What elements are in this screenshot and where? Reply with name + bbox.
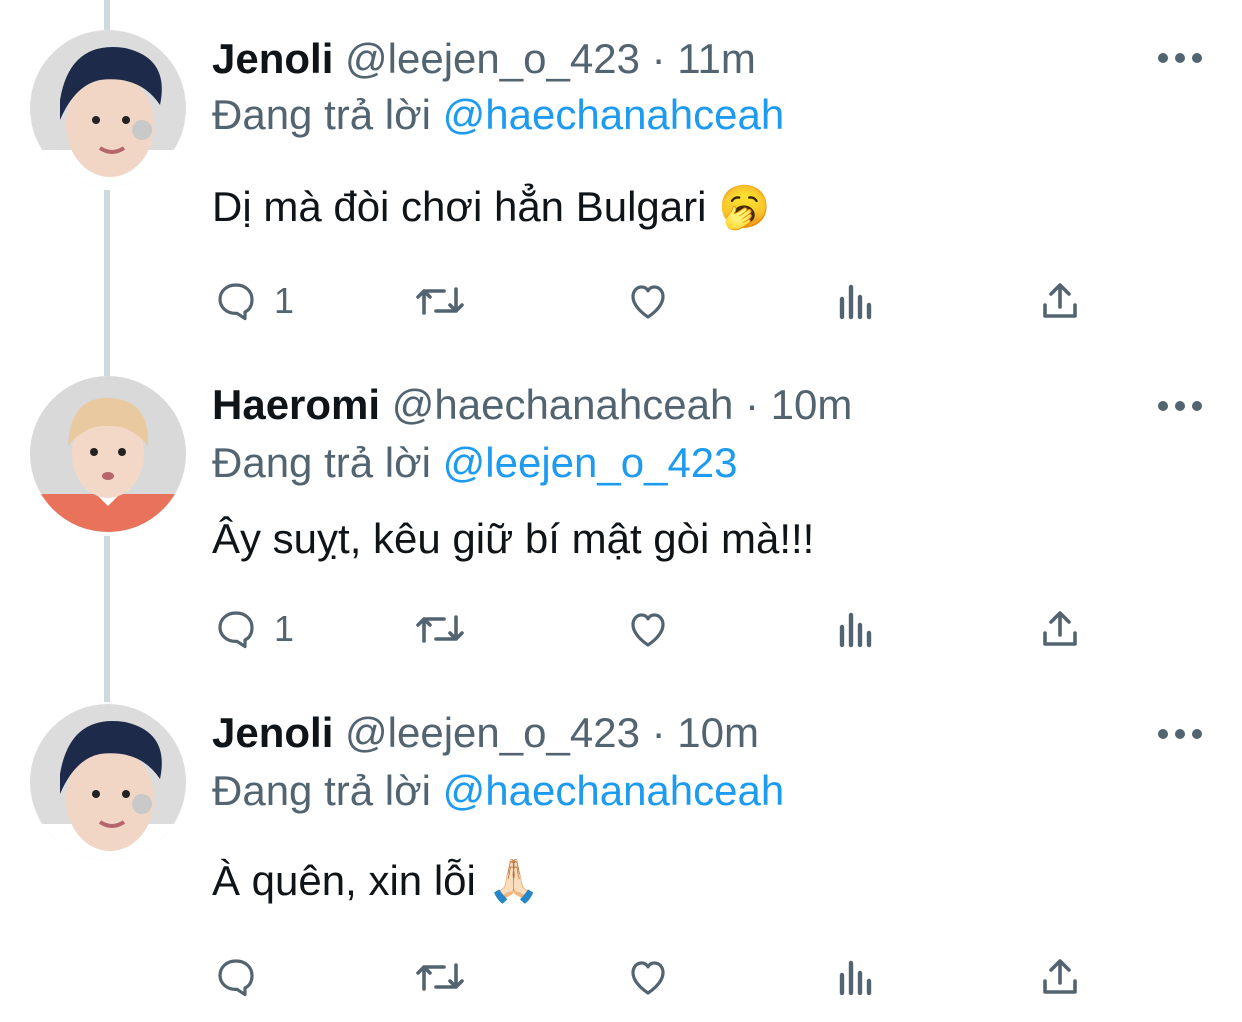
tweet-text: Ây suỵt, kêu giữ bí mật gòi mà!!! [212, 515, 815, 562]
separator: · [651, 709, 666, 756]
share-icon [1043, 611, 1077, 646]
display-name[interactable]: Jenoli [212, 35, 333, 82]
retweet-icon [416, 287, 464, 315]
reply-count: 1 [274, 280, 295, 321]
views-icon [839, 284, 872, 320]
more-icon[interactable] [1158, 396, 1202, 416]
views-icon [839, 960, 872, 996]
reply-count: 1 [274, 608, 295, 649]
action-bar: 1 [212, 604, 1112, 654]
share-button[interactable] [1036, 276, 1084, 326]
replying-label: Đang trả lời [212, 439, 431, 486]
tweet-text: Dị mà đòi chơi hẳn Bulgari [212, 183, 707, 230]
share-icon [1043, 959, 1077, 994]
separator: · [744, 381, 759, 428]
emoji: 🥱 [718, 183, 771, 230]
avatar-image [30, 704, 186, 860]
tweet-text: À quên, xin lỗi [212, 857, 476, 904]
more-icon[interactable] [1158, 724, 1202, 744]
like-button[interactable] [624, 952, 672, 1002]
reply-button[interactable]: 1 [212, 276, 294, 326]
like-button[interactable] [624, 276, 672, 326]
retweet-button[interactable] [412, 604, 468, 654]
timestamp[interactable]: 11m [677, 35, 756, 82]
more-icon[interactable] [1158, 48, 1202, 68]
views-button[interactable] [832, 276, 880, 326]
heart-icon [631, 961, 665, 995]
reply-button[interactable] [212, 952, 274, 1002]
like-button[interactable] [624, 604, 672, 654]
share-button[interactable] [1036, 952, 1084, 1002]
timestamp[interactable]: 10m [677, 709, 759, 756]
retweet-icon [416, 615, 464, 643]
views-button[interactable] [832, 604, 880, 654]
handle[interactable]: @haechanahceah [392, 381, 734, 428]
mention-link[interactable]: @haechanahceah [443, 91, 785, 138]
views-icon [839, 612, 872, 648]
avatar[interactable] [30, 30, 186, 186]
handle[interactable]: @leejen_o_423 [345, 709, 640, 756]
tweet[interactable]: Jenoli @leejen_o_423 · 10m Đang trả lời … [0, 680, 1242, 1022]
share-button[interactable] [1036, 604, 1084, 654]
avatar[interactable] [30, 376, 186, 532]
reply-icon [218, 283, 254, 321]
heart-icon [631, 613, 665, 647]
replying-label: Đang trả lời [212, 767, 431, 814]
timestamp[interactable]: 10m [771, 381, 853, 428]
replying-label: Đang trả lời [212, 91, 431, 138]
handle[interactable]: @leejen_o_423 [345, 35, 640, 82]
share-icon [1043, 283, 1077, 318]
avatar-image [30, 376, 186, 532]
views-button[interactable] [832, 952, 880, 1002]
mention-link[interactable]: @leejen_o_423 [443, 439, 738, 486]
avatar[interactable] [30, 704, 186, 860]
display-name[interactable]: Haeromi [212, 381, 380, 428]
display-name[interactable]: Jenoli [212, 709, 333, 756]
reply-icon [218, 959, 254, 997]
tweet[interactable]: Jenoli @leejen_o_423 · 11m Đang trả lời … [0, 0, 1242, 350]
retweet-button[interactable] [412, 276, 468, 326]
tweet[interactable]: Haeromi @haechanahceah · 10m Đang trả lờ… [0, 350, 1242, 680]
emoji: 🙏🏻 [487, 857, 540, 904]
reply-button[interactable]: 1 [212, 604, 294, 654]
action-bar: 1 [212, 276, 1112, 326]
reply-icon [218, 611, 254, 649]
avatar-image [30, 30, 186, 186]
mention-link[interactable]: @haechanahceah [443, 767, 785, 814]
retweet-button[interactable] [412, 952, 468, 1002]
action-bar [212, 952, 1112, 1002]
retweet-icon [416, 963, 464, 991]
separator: · [651, 35, 666, 82]
heart-icon [631, 285, 665, 319]
